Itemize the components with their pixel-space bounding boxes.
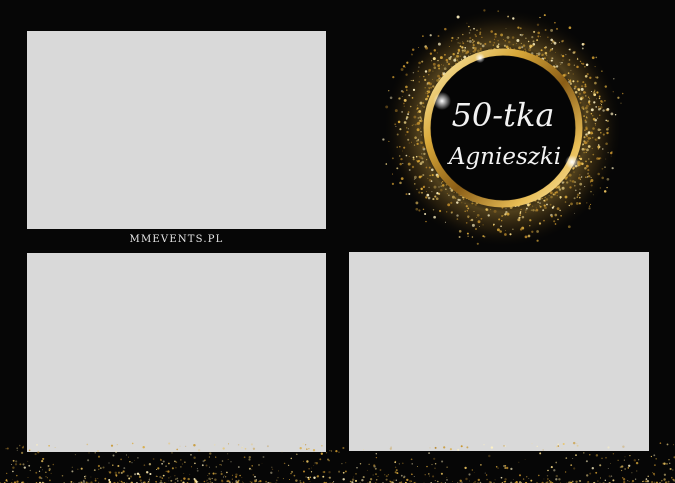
badge-subtitle: Agnieszki [447,144,561,170]
photo-placeholder-1 [27,31,326,229]
anniversary-badge: 50-tka Agnieszki [368,6,638,250]
photo-strip-template: MMEVENTS.PL 50-tka Agnieszki [0,0,675,483]
bottom-glitter-border [0,422,675,483]
glitter-strip-icon [0,441,675,483]
watermark-text: MMEVENTS.PL [129,234,224,245]
badge-title: 50-tka [452,96,555,134]
gold-glitter-ring-icon: 50-tka Agnieszki [382,8,624,248]
